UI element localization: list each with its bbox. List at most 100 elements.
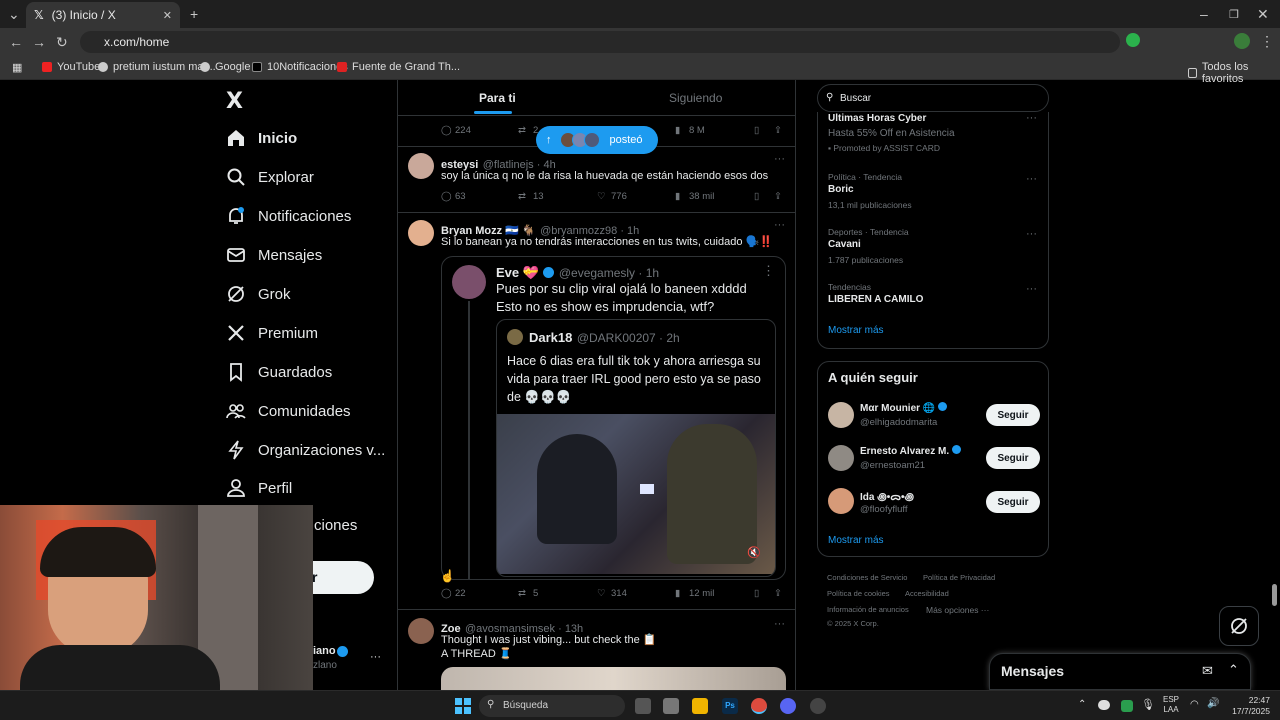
nav-item-premium[interactable]: Premium xyxy=(226,323,318,343)
avatar[interactable] xyxy=(408,153,434,179)
like-icon[interactable]: ♡ xyxy=(597,191,606,202)
microphone-icon[interactable]: 🎙 xyxy=(1141,698,1155,711)
account-name[interactable]: iano xyxy=(313,645,336,657)
reply-icon[interactable]: ◯ xyxy=(441,588,452,599)
all-bookmarks[interactable]: Todos los favoritos xyxy=(1188,61,1280,85)
show-more-follows[interactable]: Mostrar más xyxy=(828,535,884,546)
page-scrollbar[interactable] xyxy=(1272,584,1277,606)
views-icon[interactable]: ▮ xyxy=(675,588,680,599)
close-window-icon[interactable]: ✕ xyxy=(1257,6,1269,23)
app-icon[interactable] xyxy=(663,698,679,714)
avatar[interactable] xyxy=(828,445,854,471)
quoted-post[interactable]: Eve 💝 @evegamesly · 1h ⋮ Pues por su cli… xyxy=(441,256,786,580)
nav-item-organizaciones[interactable]: Organizaciones v... xyxy=(226,440,385,460)
nav-item-perfil[interactable]: Perfil xyxy=(226,478,292,498)
trend-name[interactable]: Cavani xyxy=(828,239,861,250)
chrome-icon[interactable] xyxy=(751,698,767,714)
ad-title[interactable]: Ultimas Horas Cyber xyxy=(828,113,926,124)
address-bar[interactable]: x.com/home xyxy=(80,31,1120,53)
nav-item-inicio[interactable]: Inicio xyxy=(226,128,297,148)
reply-icon[interactable]: ◯ xyxy=(441,125,452,136)
windows-start-icon[interactable] xyxy=(455,698,471,714)
avatar[interactable] xyxy=(408,618,434,644)
follow-name[interactable]: Ida ꩜•ᯅ•꩜ xyxy=(860,489,914,504)
expand-icon[interactable]: ⌃ xyxy=(1228,662,1239,678)
photoshop-icon[interactable]: Ps xyxy=(722,698,738,714)
reload-icon[interactable]: ↻ xyxy=(56,34,68,51)
footer-link[interactable]: Política de cookies xyxy=(827,589,890,598)
minimize-icon[interactable]: – xyxy=(1200,6,1208,22)
discord-icon[interactable] xyxy=(780,698,796,714)
repost-icon[interactable]: ⇄ xyxy=(518,125,526,136)
account-more-icon[interactable]: ··· xyxy=(370,651,381,663)
post-image[interactable] xyxy=(441,667,786,690)
bookmark-google[interactable]: Google xyxy=(200,61,250,73)
nav-item-explorar[interactable]: Explorar xyxy=(226,167,314,187)
taskbar-search[interactable]: ⚲ Búsqueda xyxy=(479,695,625,717)
messages-drawer[interactable]: Mensajes ✉ ⌃ xyxy=(989,653,1251,690)
trend-name[interactable]: LIBEREN A CAMILO xyxy=(828,294,923,305)
inner-quoted-post[interactable]: Dark18 @DARK00207 · 2h Hace 6 dias era f… xyxy=(496,319,776,577)
grok-floating-button[interactable] xyxy=(1219,606,1259,646)
clock[interactable]: 22:47 17/7/2025 xyxy=(1226,695,1270,717)
bookmark-notificaciones[interactable]: 10Notificaciones xyxy=(252,61,348,73)
follow-button[interactable]: Seguir xyxy=(986,404,1040,426)
video-player[interactable]: 🔇 xyxy=(497,414,775,574)
show-more-trends[interactable]: Mostrar más xyxy=(828,325,884,336)
nav-item-more-options[interactable]: ciones xyxy=(314,517,357,534)
app-icon[interactable] xyxy=(810,698,826,714)
avatar[interactable] xyxy=(408,220,434,246)
bookmark-grand-theft[interactable]: Fuente de Grand Th... xyxy=(337,61,460,73)
bookmark-post-icon[interactable]: ▯ xyxy=(754,588,759,599)
views-icon[interactable]: ▮ xyxy=(675,125,680,136)
tray-expand-icon[interactable]: ⌃ xyxy=(1078,699,1086,710)
browser-tab[interactable]: 𝕏 (3) Inicio / X ✕ xyxy=(26,2,180,28)
nav-item-notificaciones[interactable]: Notificaciones xyxy=(226,206,351,226)
nav-item-guardados[interactable]: Guardados xyxy=(226,362,332,382)
task-view-icon[interactable] xyxy=(635,698,651,714)
tray-app-icon[interactable] xyxy=(1121,700,1133,712)
tab-para-ti[interactable]: Para ti xyxy=(479,91,516,105)
search-input[interactable]: ⚲ Buscar xyxy=(817,84,1049,112)
nav-item-grok[interactable]: Grok xyxy=(226,284,291,304)
trend-more-icon[interactable]: ··· xyxy=(1026,283,1037,295)
maximize-icon[interactable]: ❐ xyxy=(1229,8,1239,21)
share-icon[interactable]: ⇪ xyxy=(774,588,782,599)
trend-more-icon[interactable]: ··· xyxy=(1026,173,1037,185)
nav-item-mensajes[interactable]: Mensajes xyxy=(226,245,322,265)
extension-icon[interactable] xyxy=(1126,33,1140,47)
mute-icon[interactable]: 🔇 xyxy=(747,546,761,559)
x-logo-icon[interactable]: X xyxy=(226,89,243,114)
trend-name[interactable]: Boric xyxy=(828,184,854,195)
avatar[interactable] xyxy=(828,402,854,428)
bookmark-post-icon[interactable]: ▯ xyxy=(754,125,759,136)
bookmark-post-icon[interactable]: ▯ xyxy=(754,191,759,202)
avatar[interactable] xyxy=(828,488,854,514)
share-icon[interactable]: ⇪ xyxy=(774,191,782,202)
footer-link[interactable]: Accesibilidad xyxy=(905,589,949,598)
volume-icon[interactable]: 🔊 xyxy=(1207,698,1219,709)
new-message-icon[interactable]: ✉ xyxy=(1202,663,1213,679)
trend-more-icon[interactable]: ··· xyxy=(1026,112,1037,124)
repost-icon[interactable]: ⇄ xyxy=(518,588,526,599)
trend-more-icon[interactable]: ··· xyxy=(1026,228,1037,240)
new-posts-pill[interactable]: ↑ posteó xyxy=(536,126,658,154)
post-zoe[interactable]: Zoe @avosmansimsek · 13h ··· Thought I w… xyxy=(398,610,795,690)
wifi-icon[interactable]: ◠ xyxy=(1190,699,1199,710)
quote-more-icon[interactable]: ⋮ xyxy=(762,263,775,279)
forward-icon[interactable]: → xyxy=(32,34,46,50)
post-bryan-mozz[interactable]: Bryan Mozz 🇸🇻 🐐 @bryanmozz98 · 1h ··· Si… xyxy=(398,213,795,610)
new-tab-icon[interactable]: + xyxy=(190,6,198,22)
post-more-icon[interactable]: ··· xyxy=(774,219,785,231)
follow-button[interactable]: Seguir xyxy=(986,491,1040,513)
post-more-icon[interactable]: ··· xyxy=(774,153,785,165)
apps-grid-icon[interactable]: ▦ xyxy=(12,61,22,74)
onedrive-icon[interactable] xyxy=(1098,700,1110,710)
post-more-icon[interactable]: ··· xyxy=(774,618,785,630)
file-explorer-icon[interactable] xyxy=(692,698,708,714)
footer-link[interactable]: Política de Privacidad xyxy=(923,573,995,582)
language-indicator[interactable]: ESP LAA xyxy=(1163,695,1179,715)
bookmark-youtube[interactable]: YouTube xyxy=(42,61,100,73)
browser-menu-icon[interactable]: ⋮ xyxy=(1260,33,1274,50)
tab-search-icon[interactable]: ⌄ xyxy=(8,6,20,23)
